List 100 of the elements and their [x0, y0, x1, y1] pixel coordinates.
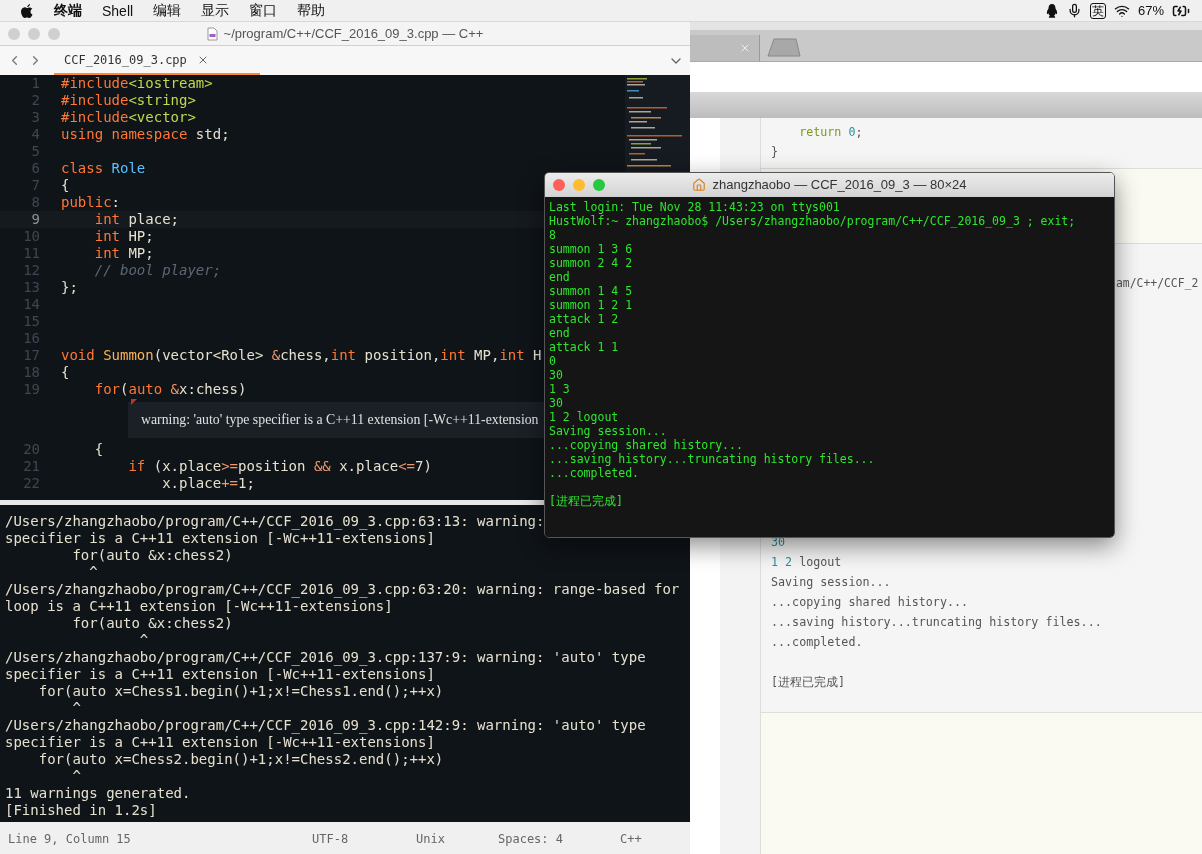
syntax-mode[interactable]: C++ — [620, 832, 670, 846]
home-icon — [692, 177, 707, 192]
menu-item[interactable]: 显示 — [201, 1, 230, 20]
terminal-line: ...completed. — [549, 466, 640, 480]
output-line: /Users/zhangzhaobo/program/C++/CCF_2016_09_3.cpp:63:20: warning: range-based for — [5, 581, 681, 598]
output-line: Saving session... — [771, 574, 892, 591]
terminal-line: 1 3 — [549, 382, 571, 396]
output-line: 1 2 logout — [771, 554, 843, 571]
terminal-line: 0 — [549, 354, 557, 368]
output-line: 11 warnings generated. — [5, 785, 192, 802]
line-number: 7 — [30, 177, 40, 194]
microphone-icon[interactable] — [1066, 3, 1082, 18]
code-line: }; — [60, 279, 78, 296]
output-line: specifier is a C++11 extension [-Wc++11-extensions] — [5, 530, 436, 547]
line-number: 19 — [22, 381, 40, 398]
output-line: ^ — [71, 700, 82, 717]
output-line: ^ — [138, 632, 150, 649]
output-line: specifier is a C++11 extension [-Wc++11-extensions] — [5, 666, 436, 683]
minimap-drawing[interactable] — [625, 75, 690, 172]
terminal-line: summon 1 2 1 — [549, 298, 634, 312]
window-title: zhangzhaobo — CCF_2016_09_3 — 80×24 — [712, 177, 967, 192]
terminal-line: 30 — [549, 396, 564, 410]
code-line: class Role — [60, 160, 146, 177]
output-line: for(auto &x:chess2) — [71, 547, 234, 564]
code-line: public: — [60, 194, 120, 211]
output-line: loop is a C++11 extension [-Wc++11-extensions] — [5, 598, 394, 615]
output-line: [Finished in 1.2s] — [5, 802, 158, 819]
terminal-line: 30 — [549, 368, 564, 382]
terminal-line: 8 — [549, 228, 557, 242]
menu-item[interactable]: 编辑 — [153, 1, 182, 20]
terminal-line: HustWolf:~ zhangzhaobo$ /Users/zhangzhaobo/program/C++/CCF_2016_09_3 ; exit; — [549, 214, 1077, 228]
line-number: 8 — [30, 194, 40, 211]
terminal-line: end — [549, 270, 571, 284]
code-line: #include<iostream> — [60, 75, 213, 92]
code-line: x.place+=1; — [161, 475, 255, 492]
output-line: for(auto x=Chess2.begin()+1;x!=Chess2.end();++x) — [37, 751, 445, 768]
line-number: 11 — [22, 245, 40, 262]
terminal-line: attack 1 1 — [549, 340, 620, 354]
line-number: 13 — [22, 279, 40, 296]
code-line: { — [93, 441, 104, 458]
menu-item[interactable]: Shell — [102, 2, 134, 19]
terminal-line: ...copying shared history... — [549, 438, 744, 452]
output-line: ...saving history...truncating history files... — [771, 614, 1103, 631]
window-title: ~/program/C++/CCF_2016_09_3.cpp — C++ — [223, 26, 484, 41]
code-line: int HP; — [93, 228, 154, 245]
code-line: if (x.place>=position && x.place<=7) — [127, 458, 432, 475]
terminal-line: summon 1 3 6 — [549, 242, 634, 256]
code-line: int place; — [93, 211, 180, 228]
code-line: int MP; — [93, 245, 154, 262]
cursor-position: Line 9, Column 15 — [8, 832, 132, 846]
output-line: /Users/zhangzhaobo/program/C++/CCF_2016_09_3.cpp:63:13: warning: — [5, 513, 546, 530]
code-line: using namespace std; — [60, 126, 230, 143]
process-status: [进程已完成] — [549, 494, 624, 508]
input-method-indicator[interactable]: 英 — [1089, 2, 1106, 19]
output-line: ...completed. — [771, 634, 864, 651]
process-status: [进程已完成] — [771, 674, 847, 691]
output-line: ^ — [88, 564, 99, 581]
line-endings[interactable]: Unix — [416, 832, 498, 846]
code-line: { — [60, 364, 70, 381]
line-number: 15 — [22, 313, 40, 330]
line-number: 12 — [22, 262, 40, 279]
line-number: 2 — [30, 92, 40, 109]
line-number: 17 — [22, 347, 40, 364]
file-icon — [206, 26, 218, 41]
terminal-line: end — [549, 326, 571, 340]
terminal-line: summon 2 4 2 — [549, 256, 634, 270]
terminal-line: Last login: Tue Nov 28 11:43:23 on ttys001 — [549, 200, 841, 214]
code-line: return 0; — [798, 124, 864, 141]
output-line: ^ — [71, 768, 82, 785]
line-number: 1 — [30, 75, 40, 92]
app-menu[interactable]: 终端 — [54, 1, 82, 20]
menu-item[interactable]: 帮助 — [297, 1, 326, 20]
penguin-icon[interactable] — [1044, 2, 1059, 19]
menu-item[interactable]: 窗口 — [249, 1, 278, 20]
line-number: 16 — [22, 330, 40, 347]
line-number: 21 — [22, 458, 40, 475]
line-number: 6 — [30, 160, 40, 177]
code-line: #include<string> — [60, 92, 196, 109]
line-number: 4 — [30, 126, 40, 143]
line-number: 18 — [22, 364, 40, 381]
line-number: 14 — [22, 296, 40, 313]
apple-icon[interactable] — [20, 2, 34, 19]
window-control[interactable] — [553, 179, 565, 191]
battery-percent: 67% — [1137, 3, 1164, 18]
terminal-line: summon 1 4 5 — [549, 284, 634, 298]
output-line: for(auto x=Chess1.begin()+1;x!=Chess1.end();++x) — [37, 683, 445, 700]
output-line: /Users/zhangzhaobo/program/C++/CCF_2016_09_3.cpp:142:9: warning: 'auto' type — [5, 717, 647, 734]
line-number: 5 — [30, 143, 40, 160]
line-number: 9 — [30, 211, 40, 228]
output-line: specifier is a C++11 extension [-Wc++11-extensions] — [5, 734, 436, 751]
encoding[interactable]: UTF-8 — [312, 832, 416, 846]
code-line: { — [60, 177, 70, 194]
terminal-line: 1 2 logout — [549, 410, 620, 424]
indentation[interactable]: Spaces: 4 — [498, 832, 620, 846]
line-number: 22 — [22, 475, 40, 492]
line-number: 20 — [22, 441, 40, 458]
output-line: for(auto &x:chess2) — [71, 615, 234, 632]
output-line: ...copying shared history... — [771, 594, 970, 611]
line-number: 3 — [30, 109, 40, 126]
code-line: #include<vector> — [60, 109, 196, 126]
